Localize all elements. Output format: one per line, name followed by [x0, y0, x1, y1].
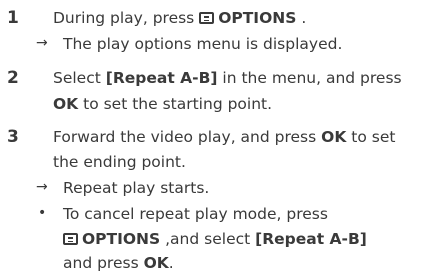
result-arrow-icon: → — [36, 35, 48, 51]
step-2-line-2: OK to set the starting point. — [53, 94, 272, 114]
bullet-line-1: To cancel repeat play mode, press — [63, 205, 328, 223]
step-number-3: 3 — [7, 127, 19, 147]
step-3-line-2: the ending point. — [53, 153, 186, 171]
step-3-line1: Forward the video play, and press — [53, 128, 322, 146]
options-menu-icon — [63, 233, 78, 245]
step-1-text: During play, press OPTIONS . — [53, 8, 306, 28]
step-3-line-1: Forward the video play, and press OK to … — [53, 127, 395, 147]
options-button-label: OPTIONS — [82, 230, 161, 248]
step-2-text-a: Select — [53, 69, 106, 87]
result-arrow-icon: → — [36, 179, 48, 195]
ok-button-label: OK — [53, 95, 79, 113]
menu-item-repeat-ab: [Repeat A-B] — [255, 230, 367, 248]
step-2-text-b: in the menu, and press — [217, 69, 402, 87]
step-2-line-1: Select [Repeat A-B] in the menu, and pre… — [53, 68, 402, 88]
step-3-line1-end: to set — [346, 128, 396, 146]
bullet-line-2: OPTIONS ,and select [Repeat A-B] — [63, 229, 367, 249]
bullet-icon: • — [38, 205, 47, 221]
options-button-label: OPTIONS — [218, 9, 297, 27]
step-1-text-a: During play, press — [53, 9, 200, 27]
bullet-line-3-text: and press — [63, 254, 144, 272]
ok-button-label: OK — [321, 128, 347, 146]
step-2-text-c: to set the starting point. — [78, 95, 273, 113]
bullet-line-3-end: . — [168, 254, 174, 272]
menu-item-repeat-ab: [Repeat A-B] — [105, 69, 218, 87]
step-number-2: 2 — [7, 68, 19, 88]
step-number-1: 1 — [7, 8, 19, 28]
bullet-line-3: and press OK. — [63, 253, 174, 273]
options-menu-icon — [199, 12, 215, 24]
bullet-line-2-mid: ,and select — [160, 230, 256, 248]
ok-button-label: OK — [143, 254, 169, 272]
step-3-result: Repeat play starts. — [63, 179, 210, 197]
step-1-result: The play options menu is displayed. — [63, 35, 343, 53]
step-1-text-b: . — [296, 9, 307, 27]
